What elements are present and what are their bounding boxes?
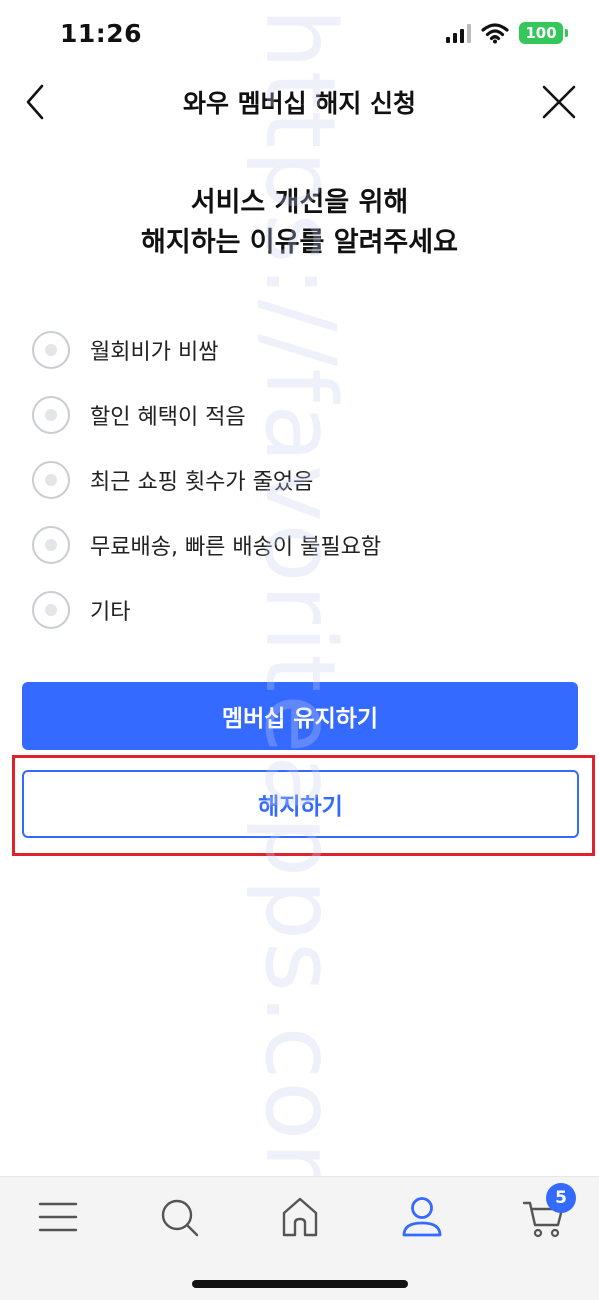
radio-button[interactable] <box>32 590 70 629</box>
prompt-line-1: 서비스 개선을 위해 <box>190 187 409 218</box>
header: 와우 멤버십 해지 신청 <box>0 70 599 134</box>
home-indicator <box>192 1280 408 1288</box>
cart-count-badge: 5 <box>546 1183 576 1213</box>
close-icon <box>542 85 576 119</box>
reason-option-shipping[interactable]: 무료배송, 빠른 배송이 불필요함 <box>32 512 572 577</box>
tab-cart[interactable]: 5 <box>518 1183 576 1243</box>
page-title: 와우 멤버십 해지 신청 <box>182 89 417 118</box>
radio-button[interactable] <box>32 330 70 369</box>
status-bar: 11:26 100 <box>0 0 599 70</box>
cancel-membership-button[interactable]: 해지하기 <box>22 770 579 838</box>
search-icon <box>161 1199 199 1237</box>
reason-option-shopping-frequency[interactable]: 최근 쇼핑 횟수가 줄었음 <box>32 447 572 512</box>
radio-button[interactable] <box>32 460 70 499</box>
keep-membership-button[interactable]: 멤버십 유지하기 <box>22 682 578 750</box>
radio-button[interactable] <box>32 525 70 564</box>
reason-label: 월회비가 비쌈 <box>90 339 219 365</box>
close-button[interactable] <box>539 82 579 122</box>
reason-option-other[interactable]: 기타 <box>32 577 572 642</box>
user-icon <box>402 1197 442 1237</box>
tab-home[interactable] <box>274 1191 326 1243</box>
reason-label: 기타 <box>90 599 131 625</box>
reason-label: 할인 혜택이 적음 <box>90 404 246 430</box>
reason-option-discount[interactable]: 할인 혜택이 적음 <box>32 382 572 447</box>
home-icon <box>282 1197 318 1237</box>
prompt-line-2: 해지하는 이유를 알려주세요 <box>141 227 458 258</box>
reason-options: 월회비가 비쌈 할인 혜택이 적음 최근 쇼핑 횟수가 줄었음 무료배송, 빠른… <box>32 317 572 642</box>
battery-indicator: 100 <box>519 22 568 44</box>
tab-search[interactable] <box>153 1191 205 1243</box>
reason-label: 무료배송, 빠른 배송이 불필요함 <box>90 534 382 560</box>
radio-button[interactable] <box>32 395 70 434</box>
reason-option-price[interactable]: 월회비가 비쌈 <box>32 317 572 382</box>
cancellation-prompt: 서비스 개선을 위해 해지하는 이유를 알려주세요 <box>0 183 599 263</box>
status-time: 11:26 <box>60 19 143 48</box>
menu-icon <box>38 1202 78 1232</box>
status-icons: 100 <box>446 22 568 44</box>
cellular-signal-icon <box>446 23 471 43</box>
wifi-icon <box>481 23 509 44</box>
tab-menu[interactable] <box>32 1191 84 1243</box>
reason-label: 최근 쇼핑 횟수가 줄었음 <box>90 469 314 495</box>
tab-my-account[interactable] <box>396 1191 448 1243</box>
